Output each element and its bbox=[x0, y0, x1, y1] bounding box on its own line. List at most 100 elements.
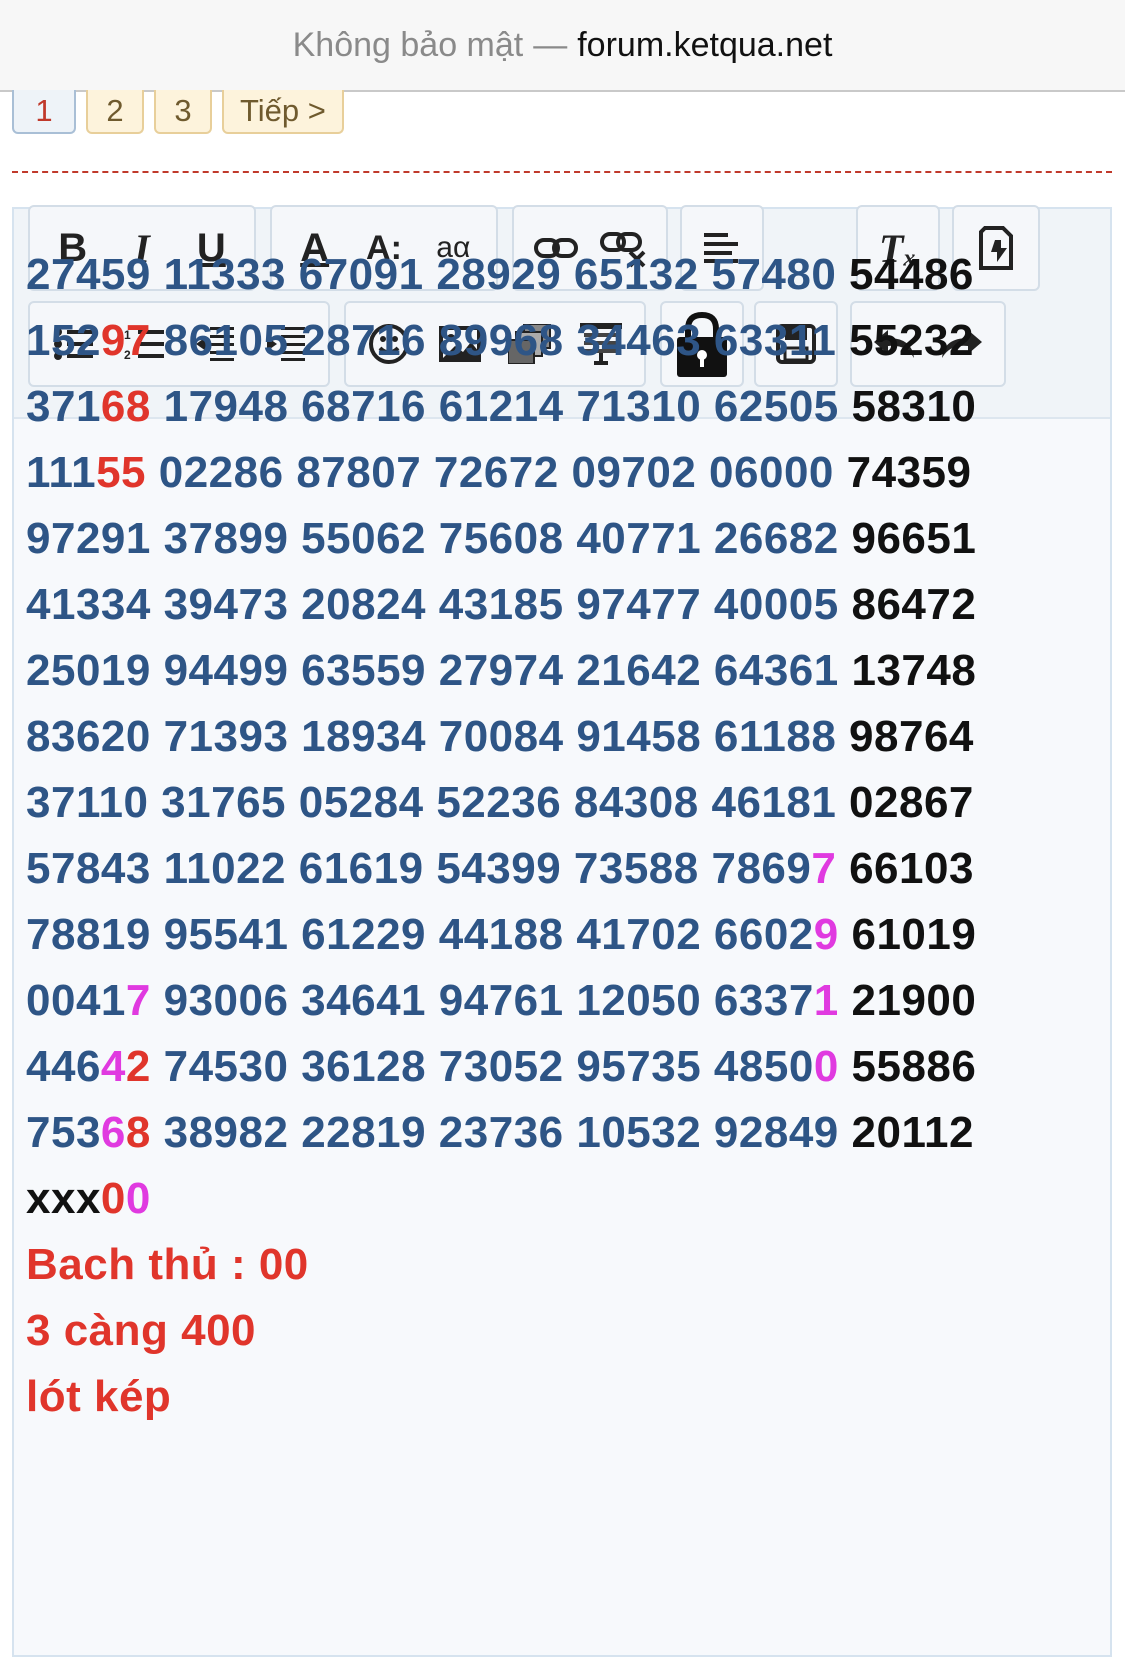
number-segment: 02867 bbox=[836, 778, 974, 827]
next-page-link[interactable]: Tiếp > bbox=[222, 90, 344, 134]
number-segment: 43185 bbox=[426, 580, 564, 629]
number-segment: 37899 bbox=[150, 514, 289, 563]
number-segment: 67091 bbox=[286, 250, 424, 299]
number-segment: 95735 bbox=[563, 1042, 702, 1091]
number-segment: 61214 bbox=[426, 382, 564, 431]
number-row: 78819 95541 61229 44188 41702 66029 6101… bbox=[26, 902, 1086, 968]
number-segment: 753 bbox=[26, 1108, 101, 1157]
number-segment: 22819 bbox=[288, 1108, 427, 1157]
number-row: 00417 93006 34641 94761 12050 63371 2190… bbox=[26, 968, 1086, 1034]
number-segment: 55886 bbox=[838, 1042, 977, 1091]
number-row: 41334 39473 20824 43185 97477 40005 8647… bbox=[26, 572, 1086, 638]
address-separator: — bbox=[533, 25, 568, 64]
number-segment: 6337 bbox=[701, 976, 814, 1025]
number-segment: 21642 bbox=[563, 646, 702, 695]
number-segment: 97 bbox=[100, 316, 151, 365]
note-ba-cang: 3 càng 400 bbox=[26, 1306, 257, 1355]
number-segment: 92849 bbox=[701, 1108, 839, 1157]
address-bar[interactable]: Không bảo mật — forum.ketqua.net bbox=[0, 0, 1125, 92]
number-segment: 25019 bbox=[26, 646, 151, 695]
number-segment: 11022 bbox=[150, 844, 287, 893]
number-segment: 55062 bbox=[288, 514, 427, 563]
number-segment: 44188 bbox=[426, 910, 564, 959]
pagination: 1 2 3 Tiếp > bbox=[12, 90, 344, 134]
dashed-divider bbox=[12, 171, 1112, 173]
number-segment: 72672 bbox=[421, 448, 559, 497]
number-segment: 46181 bbox=[698, 778, 837, 827]
number-segment: 0 bbox=[125, 1174, 151, 1223]
number-segment: 2 bbox=[125, 1042, 151, 1091]
number-segment: 63559 bbox=[288, 646, 427, 695]
number-segment: 446 bbox=[26, 1042, 101, 1091]
number-segment: 74359 bbox=[833, 448, 972, 497]
message-content[interactable]: 27459 11333 67091 28929 65132 57480 5448… bbox=[26, 242, 1086, 1430]
number-segment: 20112 bbox=[838, 1108, 974, 1157]
number-segment: 6 bbox=[100, 1108, 126, 1157]
number-segment: 83620 bbox=[26, 712, 151, 761]
number-segment: 74530 bbox=[150, 1042, 289, 1091]
number-segment: 06000 bbox=[696, 448, 834, 497]
number-segment: 111 bbox=[26, 448, 97, 497]
number-segment: 97291 bbox=[26, 514, 151, 563]
number-segment: 89968 bbox=[426, 316, 564, 365]
page-link-3[interactable]: 3 bbox=[154, 90, 212, 134]
number-segment: 26682 bbox=[701, 514, 839, 563]
number-segment: 98764 bbox=[836, 712, 974, 761]
number-segment: 62505 bbox=[701, 382, 839, 431]
number-segment: 0 bbox=[813, 1042, 839, 1091]
number-row: 15297 86105 28716 89968 34463 63311 5523… bbox=[26, 308, 1086, 374]
note-lot: lót kép bbox=[26, 1372, 172, 1421]
number-segment: 152 bbox=[26, 316, 101, 365]
number-segment: 36128 bbox=[288, 1042, 427, 1091]
number-row: 25019 94499 63559 27974 21642 64361 1374… bbox=[26, 638, 1086, 704]
number-segment: 61188 bbox=[701, 712, 837, 761]
number-segment: 7869 bbox=[698, 844, 812, 893]
number-segment: 78819 bbox=[26, 910, 151, 959]
number-row: 11155 02286 87807 72672 09702 06000 7435… bbox=[26, 440, 1086, 506]
note-bach-thu: Bach thủ : 00 bbox=[26, 1240, 309, 1289]
number-row: 83620 71393 18934 70084 91458 61188 9876… bbox=[26, 704, 1086, 770]
number-row: xxx00 bbox=[26, 1166, 1086, 1232]
number-segment: 87807 bbox=[283, 448, 422, 497]
number-row: 97291 37899 55062 75608 40771 26682 9665… bbox=[26, 506, 1086, 572]
number-row: 57843 11022 61619 54399 73588 78697 6610… bbox=[26, 836, 1086, 902]
number-segment: 37110 bbox=[26, 778, 149, 827]
number-segment: 71310 bbox=[563, 382, 702, 431]
number-segment: 21900 bbox=[838, 976, 977, 1025]
number-segment: 23736 bbox=[426, 1108, 564, 1157]
number-segment: 40005 bbox=[701, 580, 839, 629]
number-segment: 64361 bbox=[701, 646, 839, 695]
page-link-2[interactable]: 2 bbox=[86, 90, 144, 134]
number-segment: 41334 bbox=[26, 580, 151, 629]
number-segment: 61619 bbox=[286, 844, 424, 893]
number-row: 37168 17948 68716 61214 71310 62505 5831… bbox=[26, 374, 1086, 440]
number-segment: 8 bbox=[125, 1108, 151, 1157]
number-segment: 4 bbox=[100, 1042, 126, 1091]
number-segment: 84308 bbox=[561, 778, 699, 827]
number-segment: 94499 bbox=[150, 646, 289, 695]
number-segment: 61229 bbox=[288, 910, 427, 959]
number-segment: 11333 bbox=[150, 250, 287, 299]
number-segment: 73588 bbox=[561, 844, 699, 893]
number-segment: 28929 bbox=[423, 250, 562, 299]
number-segment: 34463 bbox=[563, 316, 702, 365]
number-segment: 68 bbox=[100, 382, 151, 431]
number-segment: 97477 bbox=[563, 580, 702, 629]
page-link-1[interactable]: 1 bbox=[12, 90, 76, 134]
number-segment: 13748 bbox=[838, 646, 977, 695]
number-segment: 91458 bbox=[563, 712, 702, 761]
number-segment: 55232 bbox=[836, 316, 974, 365]
number-segment: 66103 bbox=[836, 844, 974, 893]
number-segment: 73052 bbox=[426, 1042, 564, 1091]
number-row: 27459 11333 67091 28929 65132 57480 5448… bbox=[26, 242, 1086, 308]
number-grid: 27459 11333 67091 28929 65132 57480 5448… bbox=[26, 242, 1086, 1232]
number-segment: 61019 bbox=[838, 910, 977, 959]
number-segment: 09702 bbox=[558, 448, 697, 497]
number-segment: 86105 bbox=[150, 316, 289, 365]
number-segment: 75608 bbox=[426, 514, 564, 563]
number-segment: 93006 bbox=[150, 976, 289, 1025]
number-row: 44642 74530 36128 73052 95735 48500 5588… bbox=[26, 1034, 1086, 1100]
number-segment: 65132 bbox=[561, 250, 699, 299]
number-segment: 7 bbox=[811, 844, 837, 893]
number-segment: 57480 bbox=[698, 250, 837, 299]
